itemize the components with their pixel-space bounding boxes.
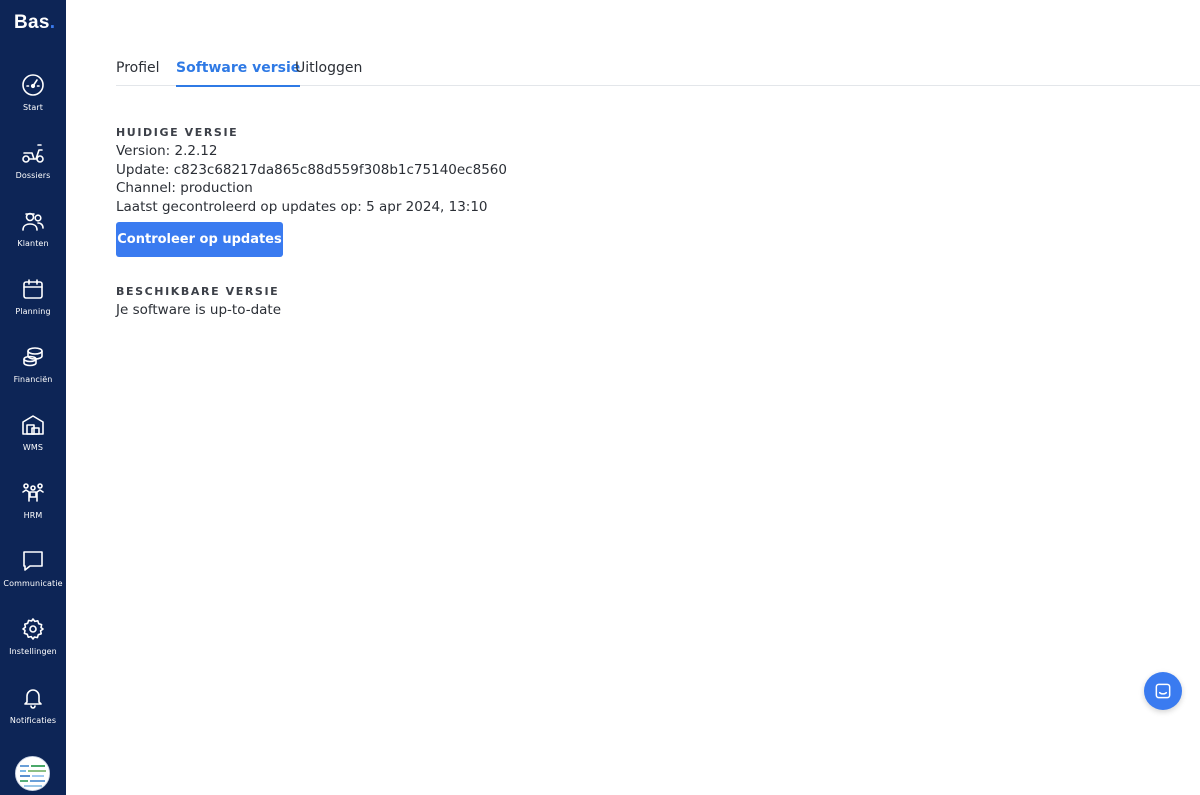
- warehouse-icon: [22, 415, 44, 435]
- sidebar-item-label: Klanten: [17, 239, 49, 248]
- sidebar-item-label: Planning: [15, 307, 51, 316]
- sidebar-item-label: Communicatie: [3, 579, 63, 588]
- up-to-date-text: Je software is up-to-date: [116, 302, 282, 318]
- sidebar-item-label: Start: [22, 103, 44, 112]
- sidebar-item-notificaties[interactable]: Notificaties: [0, 686, 66, 746]
- sidebar-item-label: Dossiers: [15, 171, 51, 180]
- chat-icon: [1155, 683, 1171, 699]
- sidebar: Bas. Start Dossiers Klanten Planning Fin…: [0, 0, 66, 795]
- calendar-icon: [23, 279, 43, 299]
- team-icon: [22, 483, 44, 502]
- scooter-icon: [22, 144, 44, 163]
- version-text: Version: 2.2.12: [116, 143, 218, 159]
- sidebar-item-klanten[interactable]: Klanten: [0, 209, 66, 269]
- sidebar-item-planning[interactable]: Planning: [0, 277, 66, 337]
- update-hash-text: Update: c823c68217da865c88d559f308b1c751…: [116, 162, 507, 178]
- last-checked-text: Laatst gecontroleerd op updates op: 5 ap…: [116, 199, 488, 215]
- sidebar-item-dossiers[interactable]: Dossiers: [0, 141, 66, 201]
- available-version-heading: BESCHIKBARE VERSIE: [116, 285, 280, 298]
- bell-icon: [24, 689, 42, 709]
- customers-icon: [22, 212, 44, 231]
- current-version-heading: HUIDIGE VERSIE: [116, 126, 239, 139]
- chat-bubble-icon: [23, 551, 43, 571]
- sidebar-item-label: Instellingen: [9, 647, 57, 656]
- coins-stack-icon: [23, 347, 43, 367]
- tab-uitloggen[interactable]: Uitloggen: [295, 60, 362, 86]
- channel-text: Channel: production: [116, 180, 253, 196]
- sidebar-item-wms[interactable]: WMS: [0, 413, 66, 473]
- sidebar-item-label: Financiën: [13, 375, 53, 384]
- support-chat-button[interactable]: [1144, 672, 1182, 710]
- tab-software-versie[interactable]: Software versie: [176, 60, 301, 87]
- sidebar-item-start[interactable]: Start: [0, 73, 66, 133]
- user-avatar[interactable]: [15, 756, 50, 791]
- gear-icon: [22, 618, 44, 640]
- avatar-image: [16, 757, 49, 790]
- sidebar-item-hrm[interactable]: HRM: [0, 481, 66, 541]
- sidebar-item-financien[interactable]: Financiën: [0, 345, 66, 405]
- logo-dot: .: [49, 12, 56, 33]
- sidebar-item-label: HRM: [23, 511, 43, 520]
- settings-tabs: Profiel Software versie Uitloggen: [116, 56, 1200, 87]
- sidebar-item-instellingen[interactable]: Instellingen: [0, 617, 66, 677]
- sidebar-item-label: WMS: [22, 443, 44, 452]
- check-updates-button[interactable]: Controleer op updates: [116, 222, 283, 257]
- logo-text: Bas: [14, 12, 50, 33]
- sidebar-item-label: Notificaties: [9, 716, 57, 725]
- app-logo[interactable]: Bas.: [14, 12, 55, 34]
- sidebar-item-communicatie[interactable]: Communicatie: [0, 549, 66, 609]
- dashboard-gauge-icon: [22, 74, 44, 96]
- tab-profiel[interactable]: Profiel: [116, 60, 160, 86]
